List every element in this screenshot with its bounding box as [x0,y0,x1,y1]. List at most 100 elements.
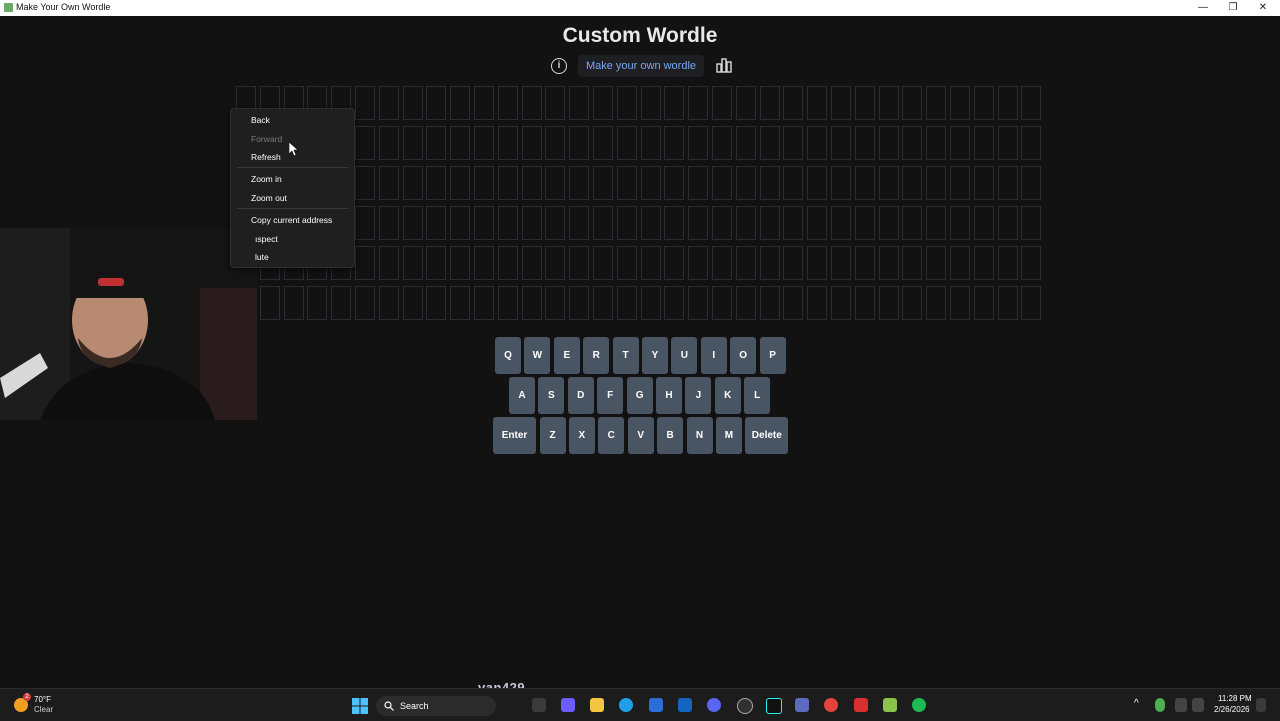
context-menu-item[interactable]: Zoom in [251,174,282,184]
letter-tile [521,286,542,320]
weather-desc[interactable]: Clear [34,705,53,714]
copilot-icon[interactable] [561,698,575,712]
context-menu-item[interactable]: Zoom out [251,193,287,203]
key-l[interactable]: L [744,377,771,414]
key-b[interactable]: B [657,417,684,454]
key-s[interactable]: S [538,377,565,414]
letter-tile [593,206,613,240]
key-enter[interactable]: Enter [493,417,536,454]
info-icon[interactable]: i [551,58,567,74]
key-r[interactable]: R [583,337,610,374]
letter-tile [521,126,542,160]
obs-icon[interactable] [737,698,753,714]
context-menu-item[interactable]: Refresh [251,152,281,162]
letter-tile [497,86,518,120]
letter-tile [521,246,542,280]
key-m[interactable]: M [715,417,742,454]
weather-temp[interactable]: 70°F [34,695,51,704]
letter-tile [616,286,637,320]
context-menu-item[interactable]: ıspect [255,234,278,244]
key-h[interactable]: H [656,377,682,414]
context-menu-item[interactable]: Copy current address [251,215,332,225]
windows-taskbar: 2 70°F Clear Search ^ 11:28 PM 2/26/2026 [0,688,1280,721]
key-t[interactable]: T [612,337,639,374]
letter-tile [402,86,423,120]
letter-tile [973,246,994,280]
chevron-up-icon[interactable]: ^ [1134,698,1139,709]
key-j[interactable]: J [685,377,712,414]
clock-date[interactable]: 2/26/2026 [1214,705,1250,714]
app-icon-12[interactable] [883,698,897,712]
letter-tile [688,126,709,160]
key-q[interactable]: Q [495,337,521,374]
letter-tile [426,246,447,280]
key-p[interactable]: P [759,337,786,374]
tiktok-icon[interactable] [766,698,782,714]
letter-tile [474,206,494,240]
key-f[interactable]: F [597,377,624,414]
app-icon-9[interactable] [795,698,809,712]
letter-tile [1021,286,1042,320]
task-view-icon[interactable] [532,698,546,712]
letter-tile [878,126,899,160]
chrome-icon[interactable] [824,698,838,712]
windows-start-icon[interactable] [352,698,368,714]
key-e[interactable]: E [553,337,580,374]
key-x[interactable]: X [568,417,595,454]
close-button[interactable]: ✕ [1248,0,1278,16]
spotify-icon[interactable] [912,698,926,712]
maximize-button[interactable]: ❐ [1218,0,1248,16]
notification-icon[interactable] [1256,698,1266,712]
key-d[interactable]: D [567,377,594,414]
letter-tile [259,286,280,320]
letter-tile [1021,206,1042,240]
volume-icon[interactable] [1192,698,1204,712]
mail-icon[interactable] [678,698,692,712]
key-delete[interactable]: Delete [745,417,789,454]
network-icon[interactable] [1175,698,1187,712]
edge-icon[interactable] [619,698,633,712]
make-your-own-wordle-link[interactable]: Make your own wordle [578,55,704,77]
key-k[interactable]: K [714,377,741,414]
letter-tile [950,206,970,240]
microphone-icon[interactable] [1155,698,1165,712]
letter-tile [355,126,375,160]
letter-tile [355,166,375,200]
letter-tile [640,286,661,320]
context-menu-item[interactable]: lute [255,252,269,262]
key-n[interactable]: N [686,417,713,454]
letter-tile [950,166,970,200]
context-menu-item[interactable]: Back [251,115,270,125]
letter-tile [426,126,447,160]
letter-tile [735,86,756,120]
key-v[interactable]: V [627,417,654,454]
letter-tile [426,206,447,240]
key-y[interactable]: Y [642,337,668,374]
key-i[interactable]: I [700,337,727,374]
key-a[interactable]: A [509,377,535,414]
clock-time[interactable]: 11:28 PM [1218,694,1252,703]
taskbar-search[interactable]: Search [376,696,496,716]
letter-tile [950,126,970,160]
letter-tile [973,206,994,240]
key-z[interactable]: Z [539,417,566,454]
key-g[interactable]: G [626,377,653,414]
letter-tile [664,86,685,120]
key-c[interactable]: C [598,417,625,454]
file-explorer-icon[interactable] [590,698,604,712]
discord-icon[interactable] [707,698,721,712]
letter-tile [616,86,637,120]
letter-tile [474,166,494,200]
key-w[interactable]: W [524,337,551,374]
store-icon[interactable] [649,698,663,712]
minimize-button[interactable]: — [1188,0,1218,16]
letter-tile [474,126,494,160]
bar-chart-icon[interactable] [716,57,732,73]
letter-tile [664,246,685,280]
letter-tile [1021,86,1042,120]
context-menu: Back Forward Refresh Zoom in Zoom out Copy cu… [230,108,355,268]
letter-tile [688,286,709,320]
app-icon-11[interactable] [854,698,868,712]
key-u[interactable]: U [671,337,698,374]
key-o[interactable]: O [730,337,757,374]
